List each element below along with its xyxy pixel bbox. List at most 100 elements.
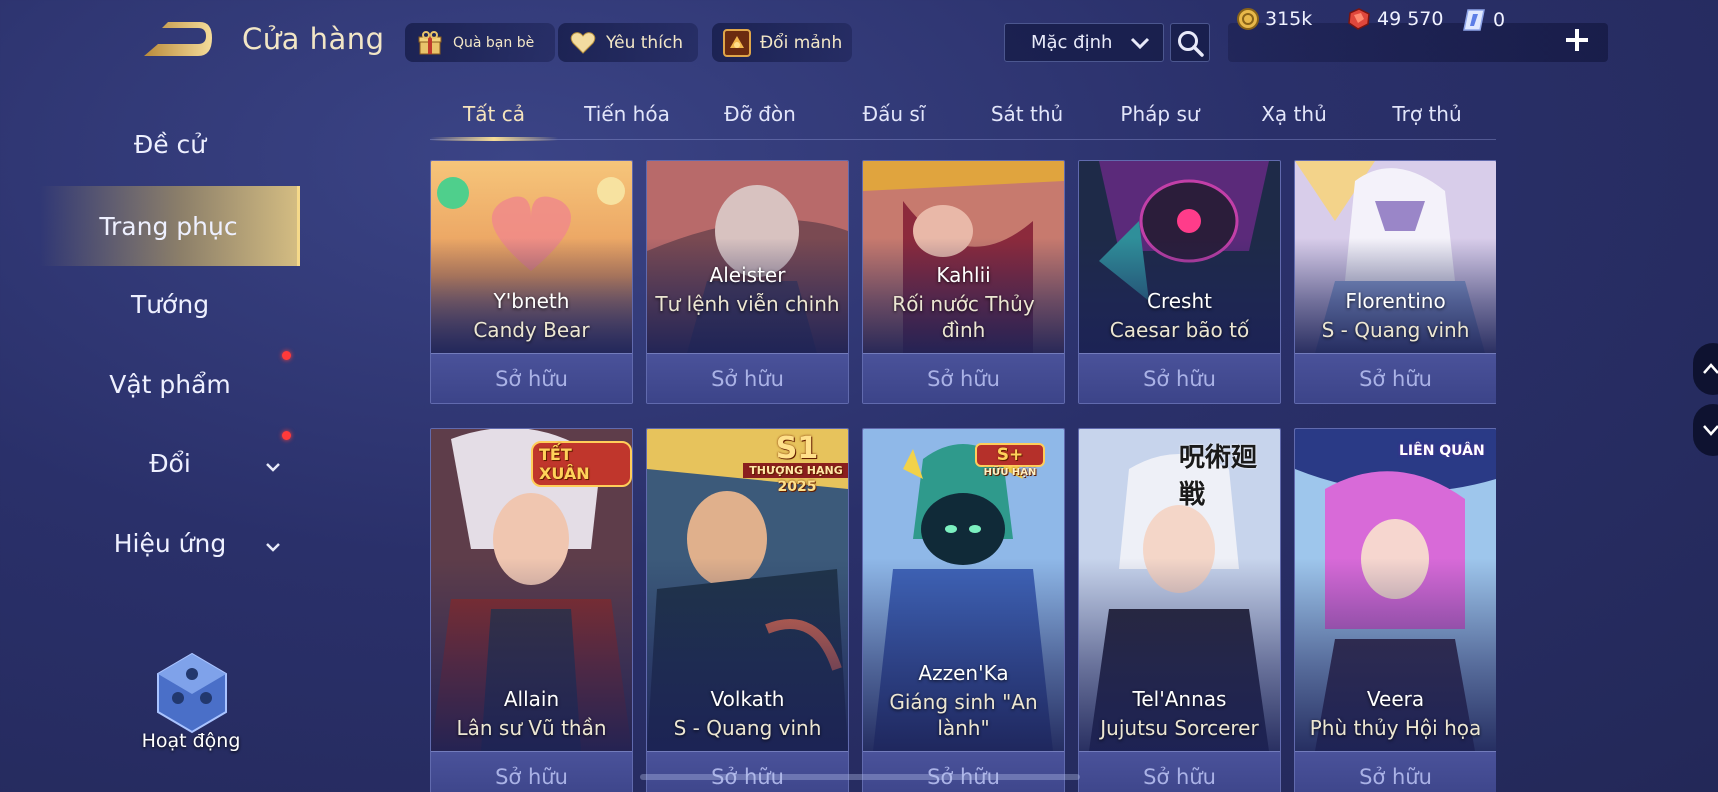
skin-card[interactable]: Aleister Tư lệnh viễn chinh Sở hữu [646,160,849,404]
sidebar: Đề cử Trang phục Tướng Vật phẩm Đổi Hiệu… [0,100,300,700]
sidebar-item-label: Vật phẩm [109,369,231,399]
owned-status: Sở hữu [863,353,1064,403]
scroll-down-button[interactable] [1693,404,1718,456]
tab-label: Xạ thủ [1261,102,1327,126]
sidebar-item-label: Đổi [149,448,191,478]
scroll-up-button[interactable] [1693,343,1718,395]
owned-status: Sở hữu [431,751,632,792]
owned-status: Sở hữu [1079,751,1280,792]
page-title: Cửa hàng [242,22,385,56]
tab-label: Đỡ đòn [724,102,796,126]
gold-coin-icon [1237,8,1259,30]
chevron-down-icon [264,533,282,562]
sort-dropdown[interactable]: Mặc định [1004,23,1164,62]
tab-evolution[interactable]: Tiến hóa [563,102,691,138]
skin-card[interactable]: Cresht Caesar bão tố Sở hữu [1078,160,1281,404]
crystal-currency: 0 [1462,7,1505,33]
sidebar-item-recommended[interactable]: Đề cử [40,108,300,180]
ruby-amount: 49 570 [1377,8,1444,30]
exchange-label: Đổi mảnh [760,32,843,53]
skin-card[interactable]: Kahlii Rối nước Thủy đình Sở hữu [862,160,1065,404]
sidebar-item-items[interactable]: Vật phẩm [40,348,300,420]
activity-button[interactable]: Hoạt động [126,650,256,760]
favorite-button[interactable]: Yêu thích [558,23,698,62]
hero-name: Cresht [1147,289,1212,313]
skin-name: Phù thủy Hội họa [1309,716,1482,740]
skin-card[interactable]: TẾT XUÂN Allain Lân sư Vũ thần Sở hữu [430,428,633,792]
skin-card[interactable]: S+ HỮU HẠN Azzen'Ka Giáng sinh "An lành"… [862,428,1065,792]
chevron-down-icon [264,453,282,482]
owned-status: Sở hữu [431,353,632,403]
sidebar-item-effects[interactable]: Hiệu ứng [40,507,300,579]
sidebar-item-exchange[interactable]: Đổi [40,427,300,499]
tab-marksman[interactable]: Xạ thủ [1230,102,1358,138]
search-button[interactable] [1170,23,1210,62]
skin-name: Giáng sinh "An lành" [889,690,1038,740]
rank-badge-caption: THƯỢNG HẠNG [743,463,848,478]
favorite-label: Yêu thích [606,32,684,53]
tab-label: Tiến hóa [584,102,670,126]
crystal-amount: 0 [1493,9,1506,31]
gold-amount: 315k [1265,8,1313,30]
skin-grid: Y'bneth Candy Bear Sở hữu Aleister Tư lệ… [430,160,1496,792]
owned-status: Sở hữu [647,751,848,792]
back-button[interactable] [140,22,214,58]
owned-status: Sở hữu [1295,353,1496,403]
hero-name: Veera [1366,687,1425,711]
event-badge: TẾT XUÂN [531,441,632,487]
collab-logo: 呪術廻戦 [1179,443,1258,510]
hero-name: Tel'Annas [1132,687,1227,711]
hero-name: Florentino [1345,289,1446,313]
tab-fighter[interactable]: Đấu sĩ [830,102,958,138]
chevron-up-icon [1703,363,1718,374]
tab-label: Pháp sư [1120,102,1200,126]
tab-mage[interactable]: Pháp sư [1096,102,1224,138]
rank-badge-year: 2025 [777,479,817,495]
skin-name: Jujutsu Sorcerer [1100,716,1259,740]
chevron-down-icon [1129,32,1151,58]
hero-name: Aleister [709,263,786,287]
tab-all[interactable]: Tất cả [430,102,558,141]
hero-name: Allain [503,687,560,711]
skin-card[interactable]: LIÊN QUÂN Veera Phù thủy Hội họa Sở hữu [1294,428,1496,792]
skin-name: Rối nước Thủy đình [892,292,1035,342]
add-currency-button[interactable] [1562,22,1592,58]
skin-name: Candy Bear [473,318,590,342]
tab-assassin[interactable]: Sát thủ [963,102,1091,138]
skin-card[interactable]: 呪術廻戦 Tel'Annas Jujutsu Sorcerer Sở hữu [1078,428,1281,792]
horizontal-scroll-indicator[interactable] [640,774,1080,780]
skin-card[interactable]: Florentino S - Quang vinh Sở hữu [1294,160,1496,404]
active-tab-underline [430,137,558,141]
sidebar-item-label: Hiệu ứng [113,528,227,558]
sidebar-item-skins[interactable]: Trang phục [40,186,300,266]
owned-status: Sở hữu [1295,751,1496,792]
tab-label: Tất cả [463,102,525,126]
skin-name: Tư lệnh viễn chinh [655,292,840,316]
tab-label: Sát thủ [990,102,1064,126]
tab-support[interactable]: Trợ thủ [1363,102,1491,138]
friend-gift-label: Quà bạn bè [453,34,535,51]
heart-icon [568,28,598,58]
chevron-down-icon [1703,425,1718,436]
sidebar-item-label: Đề cử [133,129,207,159]
skin-card[interactable]: S1 THƯỢNG HẠNG 2025 Volkath S - Quang vi… [646,428,849,792]
plus-icon [1566,29,1588,51]
tab-tank[interactable]: Đỡ đòn [696,102,824,138]
activity-cube-icon [157,652,227,734]
exchange-fragments-button[interactable]: Đổi mảnh [712,23,852,62]
hero-name: Y'bneth [493,289,570,313]
owned-status: Sở hữu [647,353,848,403]
ruby-icon [1348,8,1370,30]
top-bar: Cửa hàng Quà bạn bè Yêu thích Đổi mảnh M… [0,0,1718,86]
friend-gift-button[interactable]: Quà bạn bè [405,23,555,62]
rank-badge: S1 [775,431,819,466]
skin-artwork [647,161,848,353]
owned-status: Sở hữu [863,751,1064,792]
sidebar-item-heroes[interactable]: Tướng [40,268,300,340]
brand-logo: LIÊN QUÂN [1399,443,1485,459]
ruby-currency: 49 570 [1346,7,1443,31]
back-arrow-icon [144,22,212,56]
skin-card[interactable]: Y'bneth Candy Bear Sở hữu [430,160,633,404]
crystal-voucher-icon [1463,9,1485,31]
activity-label: Hoạt động [141,730,241,752]
